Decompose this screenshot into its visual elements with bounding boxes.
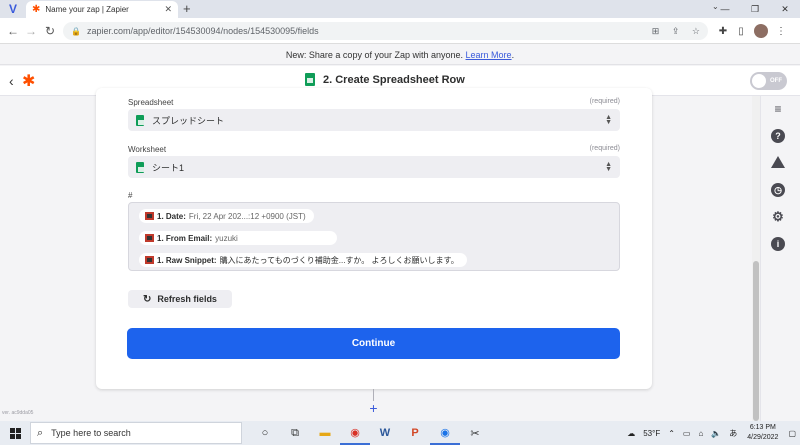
google-sheets-icon bbox=[136, 114, 144, 126]
spreadsheet-select[interactable]: スプレッドシート ▲ ▼ bbox=[128, 109, 620, 131]
banner-text: New: Share a copy of your Zap with anyon… bbox=[285, 50, 464, 60]
taskbar-apps: ○ ⧉ ▬ ◉ W P ◉ ✂ bbox=[250, 421, 490, 445]
settings-gear-icon[interactable]: ⚙ bbox=[771, 210, 785, 224]
url-text: zapier.com/app/editor/154530094/nodes/15… bbox=[86, 26, 319, 36]
ime-indicator[interactable]: あ bbox=[729, 428, 737, 439]
worksheet-label: Worksheet bbox=[128, 145, 167, 154]
mapped-pill-date[interactable]: 1. Date: Fri, 22 Apr 202...:12 +0900 (JS… bbox=[139, 209, 314, 223]
select-arrows-icon: ▲ ▼ bbox=[605, 114, 612, 126]
right-sidebar: ≡ ? ◷ ⚙ i bbox=[760, 96, 800, 421]
new-tab-icon[interactable]: + bbox=[183, 1, 191, 17]
powerpoint-icon[interactable]: P bbox=[400, 421, 430, 445]
volume-icon[interactable]: 🔈 bbox=[711, 429, 721, 438]
back-arrow-icon[interactable]: ← bbox=[4, 22, 22, 40]
notifications-icon[interactable]: ▢ bbox=[788, 429, 796, 438]
browser-tab[interactable]: ✱ Name your zap | Zapier ✕ bbox=[26, 1, 178, 18]
google-sheets-icon bbox=[136, 161, 144, 173]
announcement-banner: New: Share a copy of your Zap with anyon… bbox=[0, 45, 800, 65]
extensions-puzzle-icon[interactable]: ✚ bbox=[714, 26, 732, 37]
info-icon[interactable]: i bbox=[771, 237, 785, 251]
version-label: ver. ac9dda05 bbox=[2, 410, 34, 416]
cortana-icon[interactable]: ○ bbox=[250, 421, 280, 445]
start-button[interactable] bbox=[0, 421, 30, 445]
network-icon[interactable]: ⌂ bbox=[698, 429, 703, 438]
system-tray: ☁ 53°F ⌃ ▭ ⌂ 🔈 あ 6:13 PM 4/29/2022 ▢ bbox=[623, 421, 800, 445]
lock-icon[interactable]: 🔒 bbox=[71, 27, 81, 36]
taskbar-clock[interactable]: 6:13 PM 4/29/2022 bbox=[747, 423, 778, 443]
forward-arrow-icon[interactable]: → bbox=[22, 22, 40, 40]
history-clock-icon[interactable]: ◷ bbox=[771, 183, 785, 197]
number-field-label: # bbox=[128, 191, 133, 200]
weather-temp[interactable]: 53°F bbox=[643, 429, 660, 438]
chrome-profile-icon[interactable]: ◉ bbox=[430, 421, 460, 445]
task-view-icon[interactable]: ⧉ bbox=[280, 421, 310, 445]
continue-button[interactable]: Continue bbox=[127, 328, 620, 359]
worksheet-required: (required) bbox=[589, 145, 620, 152]
tab-close-icon[interactable]: ✕ bbox=[164, 4, 172, 15]
snipping-tool-icon[interactable]: ✂ bbox=[460, 421, 490, 445]
details-list-icon[interactable]: ≡ bbox=[771, 102, 785, 116]
warning-icon[interactable] bbox=[771, 156, 785, 168]
profile-avatar[interactable] bbox=[754, 24, 768, 38]
zap-on-off-toggle[interactable]: OFF bbox=[750, 72, 787, 90]
tab-title: Name your zap | Zapier bbox=[45, 5, 129, 14]
gmail-icon bbox=[145, 234, 154, 242]
step-title-text: 2. Create Spreadsheet Row bbox=[323, 73, 465, 86]
chrome-icon[interactable]: ◉ bbox=[340, 421, 370, 445]
reload-icon[interactable]: ↻ bbox=[41, 22, 59, 40]
refresh-icon: ↻ bbox=[143, 293, 152, 305]
sidepanel-icon[interactable]: ▯ bbox=[732, 26, 750, 37]
windows-logo-icon bbox=[9, 427, 21, 439]
worksheet-value: シート1 bbox=[152, 162, 185, 173]
browser-toolbar-right: ✚ ▯ ⋮ bbox=[714, 22, 790, 40]
windows-taskbar: ⌕ Type here to search ○ ⧉ ▬ ◉ W P ◉ ✂ ☁ … bbox=[0, 421, 800, 445]
step-fields-card: Spreadsheet (required) スプレッドシート ▲ ▼ Works… bbox=[96, 88, 652, 389]
zapier-favicon-icon: ✱ bbox=[32, 4, 41, 15]
file-explorer-icon[interactable]: ▬ bbox=[310, 421, 340, 445]
zapier-logo-icon[interactable]: ✱ bbox=[22, 71, 35, 91]
learn-more-link[interactable]: Learn More bbox=[466, 50, 512, 60]
refresh-fields-button[interactable]: ↻ Refresh fields bbox=[128, 290, 232, 308]
window-controls: — ❐ ✕ bbox=[710, 0, 800, 18]
scrollbar-thumb[interactable] bbox=[753, 261, 759, 421]
mapped-fields-input[interactable]: 1. Date: Fri, 22 Apr 202...:12 +0900 (JS… bbox=[128, 202, 620, 271]
extension-v-icon[interactable]: V bbox=[4, 1, 22, 17]
translate-icon[interactable]: ⊞ bbox=[652, 26, 660, 36]
weather-icon[interactable]: ☁ bbox=[627, 429, 635, 438]
worksheet-select[interactable]: シート1 ▲ ▼ bbox=[128, 156, 620, 178]
bookmark-star-icon[interactable]: ☆ bbox=[692, 26, 700, 36]
window-close-icon[interactable]: ✕ bbox=[770, 0, 800, 18]
spreadsheet-required: (required) bbox=[589, 98, 620, 105]
word-icon[interactable]: W bbox=[370, 421, 400, 445]
search-placeholder: Type here to search bbox=[51, 428, 131, 438]
add-step-plus-icon[interactable]: + bbox=[366, 401, 381, 416]
help-icon[interactable]: ? bbox=[771, 129, 785, 143]
gmail-icon bbox=[145, 256, 154, 264]
back-chevron-icon[interactable]: ‹ bbox=[9, 73, 14, 89]
browser-tab-strip: V ✱ Name your zap | Zapier ✕ + ⌄ — ❐ ✕ bbox=[0, 0, 800, 18]
mapped-pill-raw-snippet[interactable]: 1. Raw Snippet: 購入にあたってものづくり補助金...すか。 よろ… bbox=[139, 253, 467, 267]
mapped-pill-from-email[interactable]: 1. From Email: yuzuki bbox=[139, 231, 337, 245]
omnibox-actions: ⊞ ⇪ ☆ bbox=[642, 26, 700, 37]
minimize-icon[interactable]: — bbox=[710, 0, 740, 18]
gmail-icon bbox=[145, 212, 154, 220]
browser-toolbar: ← → ↻ 🔒 zapier.com/app/editor/154530094/… bbox=[0, 18, 800, 44]
spreadsheet-label: Spreadsheet bbox=[128, 98, 174, 107]
google-sheets-icon bbox=[305, 73, 315, 86]
address-bar[interactable]: 🔒 zapier.com/app/editor/154530094/nodes/… bbox=[63, 22, 708, 40]
share-icon[interactable]: ⇪ bbox=[672, 26, 680, 36]
toggle-label: OFF bbox=[770, 78, 782, 84]
browser-menu-icon[interactable]: ⋮ bbox=[772, 26, 790, 37]
spreadsheet-value: スプレッドシート bbox=[152, 115, 225, 126]
taskbar-search[interactable]: ⌕ Type here to search bbox=[30, 422, 242, 444]
page-scrollbar[interactable] bbox=[752, 96, 760, 421]
restore-icon[interactable]: ❐ bbox=[740, 0, 770, 18]
search-icon: ⌕ bbox=[37, 426, 44, 439]
tray-overflow-icon[interactable]: ⌃ bbox=[668, 429, 675, 438]
step-title: 2. Create Spreadsheet Row bbox=[305, 73, 465, 86]
toggle-knob bbox=[752, 74, 766, 88]
battery-icon[interactable]: ▭ bbox=[683, 429, 691, 438]
select-arrows-icon: ▲ ▼ bbox=[605, 161, 612, 173]
